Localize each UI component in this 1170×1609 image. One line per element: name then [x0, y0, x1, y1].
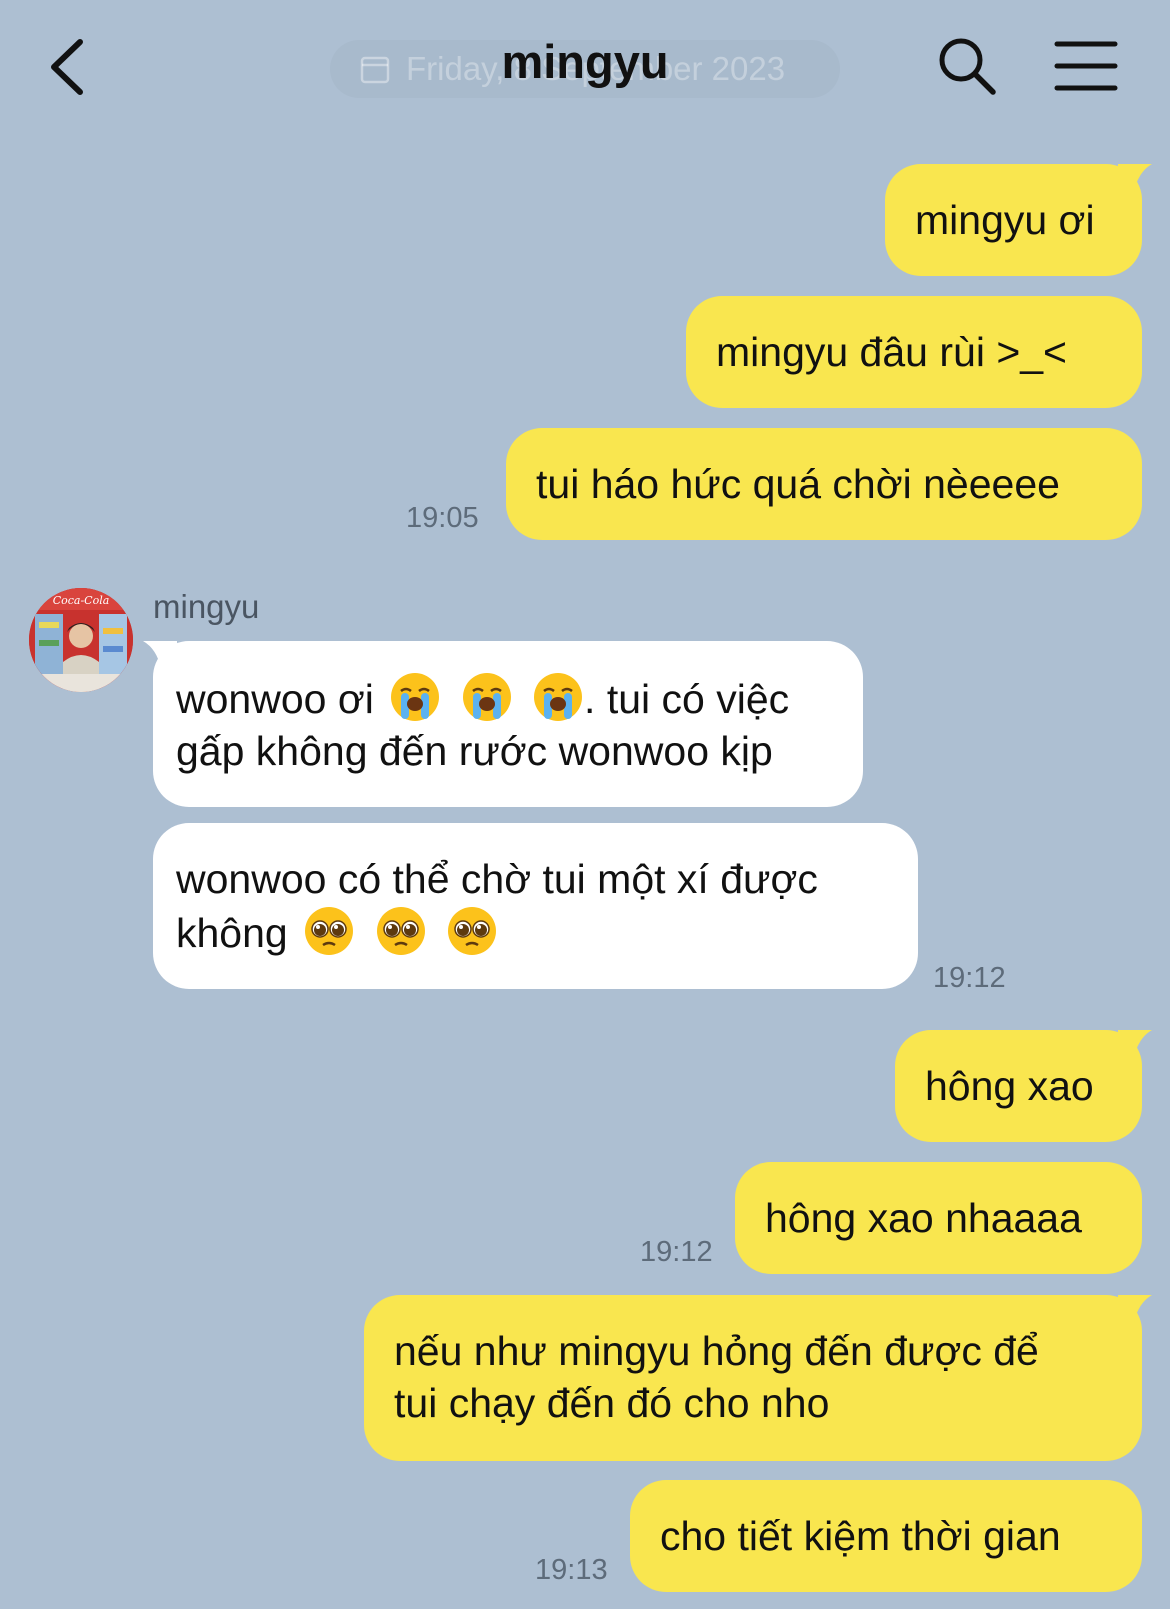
svg-text:Coca-Cola: Coca-Cola: [53, 594, 110, 607]
chevron-left-icon: [51, 39, 83, 95]
loudly-crying-face-emoji: [462, 673, 511, 721]
their-message-bubble[interactable]: wonwoo có thể chờ tui một xí được không: [153, 823, 918, 989]
message-timestamp: 19:05: [406, 502, 479, 534]
bubble-tail: [1118, 1295, 1152, 1323]
loudly-crying-face-emoji: [391, 673, 440, 721]
bubble-tail: [1118, 164, 1152, 192]
my-message-bubble[interactable]: hông xao: [895, 1030, 1142, 1142]
avatar-image: Coca-Cola: [29, 588, 133, 692]
my-message-bubble[interactable]: mingyu đâu rùi >_<: [686, 296, 1142, 408]
my-message-bubble[interactable]: hông xao nhaaaa: [735, 1162, 1142, 1274]
pleading-face-emoji: [376, 907, 425, 955]
message-text: hông xao: [925, 1063, 1094, 1109]
message-timestamp: 19:12: [933, 962, 1006, 994]
bubble-tail: [1118, 1030, 1152, 1058]
avatar[interactable]: Coca-Cola: [29, 588, 133, 692]
message-timestamp: 19:13: [535, 1554, 608, 1586]
date-pill: Friday, 8 September 2023: [330, 40, 840, 98]
calendar-icon: [360, 56, 390, 84]
message-timestamp: 19:12: [640, 1236, 713, 1268]
message-text: mingyu đâu rùi >_<: [716, 329, 1068, 375]
pleading-face-emoji: [447, 907, 496, 955]
their-message-bubble[interactable]: wonwoo ơi . tui có việc gấp không đến rư…: [153, 641, 863, 807]
sender-name: mingyu: [153, 588, 260, 625]
date-pill-text: Friday, 8 September 2023: [406, 50, 786, 87]
loudly-crying-face-emoji: [534, 673, 583, 721]
back-button[interactable]: [40, 34, 100, 100]
menu-button[interactable]: [1054, 40, 1118, 92]
message-text: nếu như mingyu hỏng đến được để: [394, 1328, 1039, 1374]
my-message-bubble[interactable]: mingyu ơi: [885, 164, 1142, 276]
message-text: cho tiết kiệm thời gian: [660, 1513, 1061, 1559]
pleading-face-emoji: [305, 907, 354, 955]
message-text: tui chạy đến đó cho nho: [394, 1380, 830, 1426]
message-text: tui háo hức quá chời nèeeee: [536, 461, 1060, 507]
my-message-bubble[interactable]: cho tiết kiệm thời gian: [630, 1480, 1142, 1592]
my-message-bubble[interactable]: tui háo hức quá chời nèeeee: [506, 428, 1142, 540]
message-text: hông xao nhaaaa: [765, 1195, 1082, 1241]
search-button[interactable]: [935, 34, 999, 98]
my-message-bubble[interactable]: nếu như mingyu hỏng đến được để tui chạy…: [364, 1295, 1142, 1461]
chat-header: Friday, 8 September 2023 mingyu: [0, 0, 1170, 135]
hamburger-menu-icon: [1054, 41, 1118, 91]
message-text: wonwoo ơi: [176, 676, 374, 722]
search-icon: [939, 38, 996, 95]
message-text: mingyu ơi: [915, 197, 1095, 243]
